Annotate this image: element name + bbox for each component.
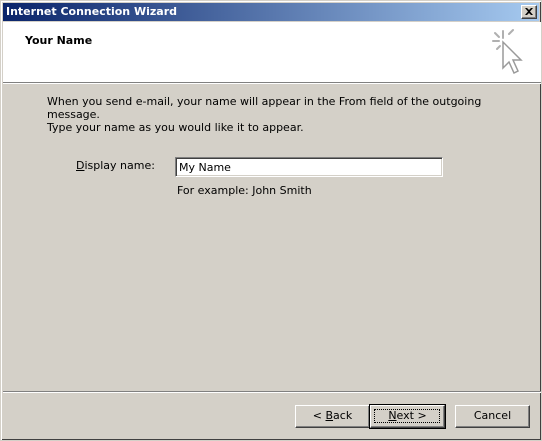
close-icon [525,8,533,15]
next-button[interactable]: Next > [369,404,446,429]
back-label: ack [333,409,353,422]
cancel-button[interactable]: Cancel [455,405,530,428]
focus-rectangle [374,409,440,423]
description-text: When you send e-mail, your name will app… [47,95,507,134]
display-name-field[interactable] [175,157,443,177]
header-divider [3,82,541,84]
page-title: Your Name [25,34,93,47]
display-name-label: Display name: [76,159,155,172]
example-hint: For example: John Smith [177,184,312,197]
display-name-label-text: isplay name: [84,159,155,172]
back-mnemonic: B [325,409,334,422]
description-line-2: Type your name as you would like it to a… [47,121,304,134]
title-bar[interactable]: Internet Connection Wizard [3,3,539,21]
window-title: Internet Connection Wizard [6,5,177,18]
wizard-header: Your Name [3,22,541,82]
back-button[interactable]: < Back [295,405,370,428]
wizard-window: Internet Connection Wizard Your Name Whe… [0,0,542,441]
description-line-1: When you send e-mail, your name will app… [47,95,482,121]
wizard-cursor-icon [492,29,523,75]
back-prefix: < [312,409,326,422]
footer-divider [3,391,541,393]
close-button[interactable] [521,5,537,19]
